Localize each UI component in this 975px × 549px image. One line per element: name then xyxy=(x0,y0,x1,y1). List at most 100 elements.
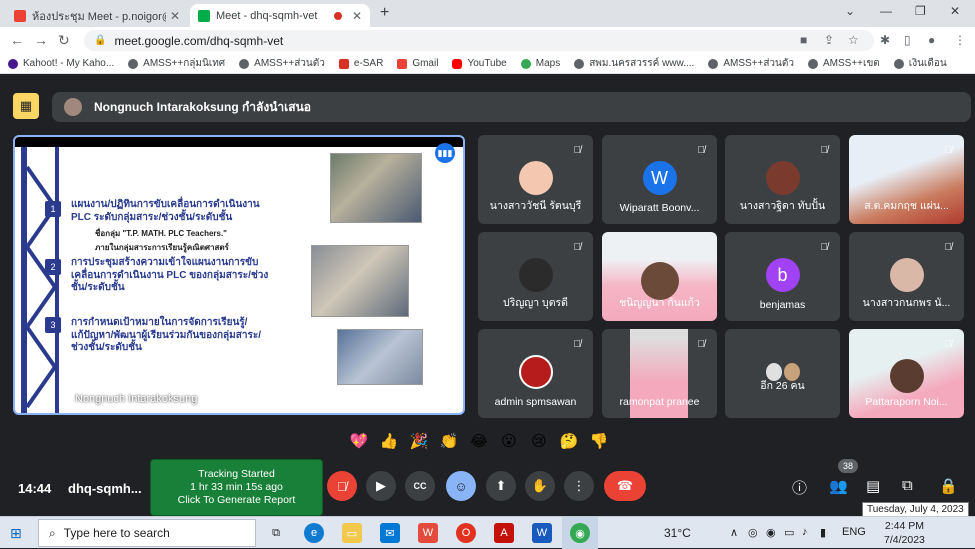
search-icon: ⌕ xyxy=(49,525,56,540)
battery-icon[interactable]: ▮ xyxy=(820,526,826,539)
captions-button[interactable]: CC xyxy=(405,471,435,501)
bookmark-item[interactable]: เงินเดือน xyxy=(893,56,947,71)
meeting-code[interactable]: dhq-sqmh... xyxy=(68,481,142,496)
bookmark-item[interactable]: AMSS++ส่วนตัว xyxy=(239,56,325,71)
globe-icon xyxy=(808,58,818,69)
reaction-thumbs-up-button[interactable]: 👍 xyxy=(378,430,400,452)
globe-icon xyxy=(574,58,585,69)
app-icon[interactable]: W xyxy=(418,523,438,543)
reaction-surprised-button[interactable]: 😮 xyxy=(498,430,520,452)
slide-rail xyxy=(55,147,59,413)
forward-icon[interactable]: → xyxy=(34,32,48,48)
reaction-thinking-button[interactable]: 🤔 xyxy=(558,430,580,452)
bookmark-item[interactable]: Maps xyxy=(520,58,560,69)
menu-icon[interactable]: ⋮ xyxy=(954,33,966,47)
volume-icon[interactable]: ♪ xyxy=(802,526,808,538)
participant-tile[interactable]: 🎙̸ W Wiparatt Boonv... xyxy=(602,135,717,224)
share-icon[interactable]: ⇪ xyxy=(824,33,834,47)
activities-icon[interactable]: ⧉ xyxy=(902,477,913,494)
toolbar: ← → ↻ 🔒 meet.google.com/dhq-sqmh-vet ■ ⇪… xyxy=(0,27,975,54)
reaction-sad-button[interactable]: 😢 xyxy=(528,430,550,452)
participant-tile[interactable]: 🎙̸ admin spmsawan xyxy=(478,329,593,418)
star-icon[interactable]: ☆ xyxy=(848,33,859,47)
restore-icon[interactable]: ❐ xyxy=(915,4,926,18)
language-indicator[interactable]: ENG xyxy=(842,526,866,538)
participant-tile[interactable]: 🎙̸ b benjamas xyxy=(725,232,840,321)
minimize-icon[interactable]: — xyxy=(880,4,892,18)
recording-dot-icon xyxy=(333,11,342,20)
tray-overflow-icon[interactable]: ∧ xyxy=(730,526,738,539)
tray-app-icon[interactable]: ◉ xyxy=(766,526,776,539)
participant-tile[interactable]: 🎙̸ ส.ต.คมกฤช แผ่น... xyxy=(849,135,964,224)
chat-icon[interactable]: ▤ xyxy=(866,477,880,495)
bookmark-item[interactable]: Kahoot! - My Kaho... xyxy=(8,58,114,69)
extensions-icon[interactable]: ✱ xyxy=(880,33,890,47)
opera-icon[interactable]: O xyxy=(456,523,476,543)
acrobat-icon[interactable]: A xyxy=(494,523,514,543)
avatar: W xyxy=(642,161,677,195)
participant-tile[interactable]: 🎙̸ นางสาวกนกพร นั... xyxy=(849,232,964,321)
bookmark-item[interactable]: YouTube xyxy=(452,58,507,69)
reaction-heart-button[interactable]: 💖 xyxy=(348,430,370,452)
slide-photo xyxy=(330,153,422,223)
reaction-clap-button[interactable]: 👏 xyxy=(438,430,460,452)
reaction-thumbs-down-button[interactable]: 👎 xyxy=(588,430,610,452)
windows-start-icon[interactable]: ⊞ xyxy=(10,525,22,542)
camera-button[interactable]: ▶ xyxy=(366,471,396,501)
participant-tile[interactable]: อีก 26 คน xyxy=(725,329,840,418)
people-icon[interactable]: 👥 xyxy=(829,477,848,495)
sidepanel-icon[interactable]: ▯ xyxy=(904,33,911,47)
globe-icon xyxy=(128,58,139,69)
tray-app-icon[interactable]: ◎ xyxy=(748,526,758,539)
new-tab-button[interactable]: + xyxy=(380,4,389,22)
camera-icon[interactable]: ■ xyxy=(800,33,807,47)
participant-tile[interactable]: 🎙̸ นางสาววัชนี รัตนบุรี xyxy=(478,135,593,224)
presentation-stage[interactable]: 1 แผนงาน/ปฏิทินการขับเคลื่อนการดำเนินงาน… xyxy=(13,135,465,415)
network-icon[interactable]: ▭ xyxy=(784,526,794,539)
bookmark-item[interactable]: AMSS++ส่วนตัว xyxy=(708,56,794,71)
participant-tile[interactable]: 🎙̸ Pattaraporn Noi... xyxy=(849,329,964,418)
weather-temperature[interactable]: 31°C xyxy=(664,526,691,540)
profile-icon[interactable]: ● xyxy=(928,33,935,47)
bookmark-item[interactable]: สพม.นครสวรรค์ www.... xyxy=(574,56,694,71)
bookmark-item[interactable]: AMSS++เขต xyxy=(808,56,880,71)
slide-subtitle-2: ภายในกลุ่มสาระการเรียนรู้คณิตศาสตร์ xyxy=(95,243,229,252)
taskbar-clock[interactable]: 2:44 PM 7/4/2023 xyxy=(884,520,925,547)
task-view-icon[interactable]: ⧉ xyxy=(266,523,286,543)
reaction-party-button[interactable]: 🎉 xyxy=(408,430,430,452)
edge-icon[interactable]: e xyxy=(304,523,324,543)
bookmark-item[interactable]: AMSS++กลุ่มนิเทศ xyxy=(128,56,225,71)
close-tab-icon[interactable]: ✕ xyxy=(352,9,362,23)
present-button[interactable]: ⬆ xyxy=(486,471,516,501)
bookmark-item[interactable]: e-SAR xyxy=(338,58,383,69)
back-icon[interactable]: ← xyxy=(10,32,24,48)
close-tab-icon[interactable]: ✕ xyxy=(170,9,180,23)
mic-off-button[interactable]: 🎙̸ xyxy=(327,471,357,501)
reload-icon[interactable]: ↻ xyxy=(58,32,70,49)
info-icon[interactable]: ⓘ xyxy=(792,477,807,498)
tracking-report-button[interactable]: Tracking Started 1 hr 33 min 15s ago Cli… xyxy=(150,459,323,516)
address-bar[interactable]: 🔒 meet.google.com/dhq-sqmh-vet xyxy=(84,30,874,51)
browser-tab-2[interactable]: Meet - dhq-sqmh-vet ✕ xyxy=(190,4,370,27)
taskbar-search[interactable]: ⌕ Type here to search xyxy=(38,519,256,547)
file-explorer-icon[interactable]: ▭ xyxy=(342,523,362,543)
bookmark-item[interactable]: Gmail xyxy=(397,58,438,69)
emoji-button[interactable]: ☺ xyxy=(446,471,476,501)
participant-tile[interactable]: 🎙̸ ปริญญา บุตรดี xyxy=(478,232,593,321)
end-call-button[interactable]: ☎ xyxy=(604,471,646,501)
reaction-laugh-button[interactable]: 😂 xyxy=(468,430,490,452)
participant-tile[interactable]: 🎙̸ ramonpat pranee xyxy=(602,329,717,418)
host-controls-icon[interactable]: 🔒 xyxy=(939,477,958,495)
participant-tile[interactable]: ชนิญญนา กันแก้ว xyxy=(602,232,717,321)
raise-hand-button[interactable]: ✋ xyxy=(525,471,555,501)
browser-tab-1[interactable]: ห้องประชุม Meet - p.noigor@gmail... ✕ xyxy=(6,4,188,27)
more-options-button[interactable]: ⋮ xyxy=(564,471,594,501)
close-window-icon[interactable]: ✕ xyxy=(950,4,960,18)
chrome-icon[interactable]: ◉ xyxy=(570,523,590,543)
presenter-banner: Nongnuch Intarakoksung กำลังนำเสนอ xyxy=(52,92,971,122)
mail-icon[interactable]: ✉ xyxy=(380,523,400,543)
word-icon[interactable]: W xyxy=(532,523,552,543)
presentation-icon[interactable]: ▦ xyxy=(13,93,39,119)
tab-search-icon[interactable]: ⌄ xyxy=(845,4,855,18)
participant-tile[interactable]: 🎙̸ นางสาวฐิดา ทับปั้น xyxy=(725,135,840,224)
